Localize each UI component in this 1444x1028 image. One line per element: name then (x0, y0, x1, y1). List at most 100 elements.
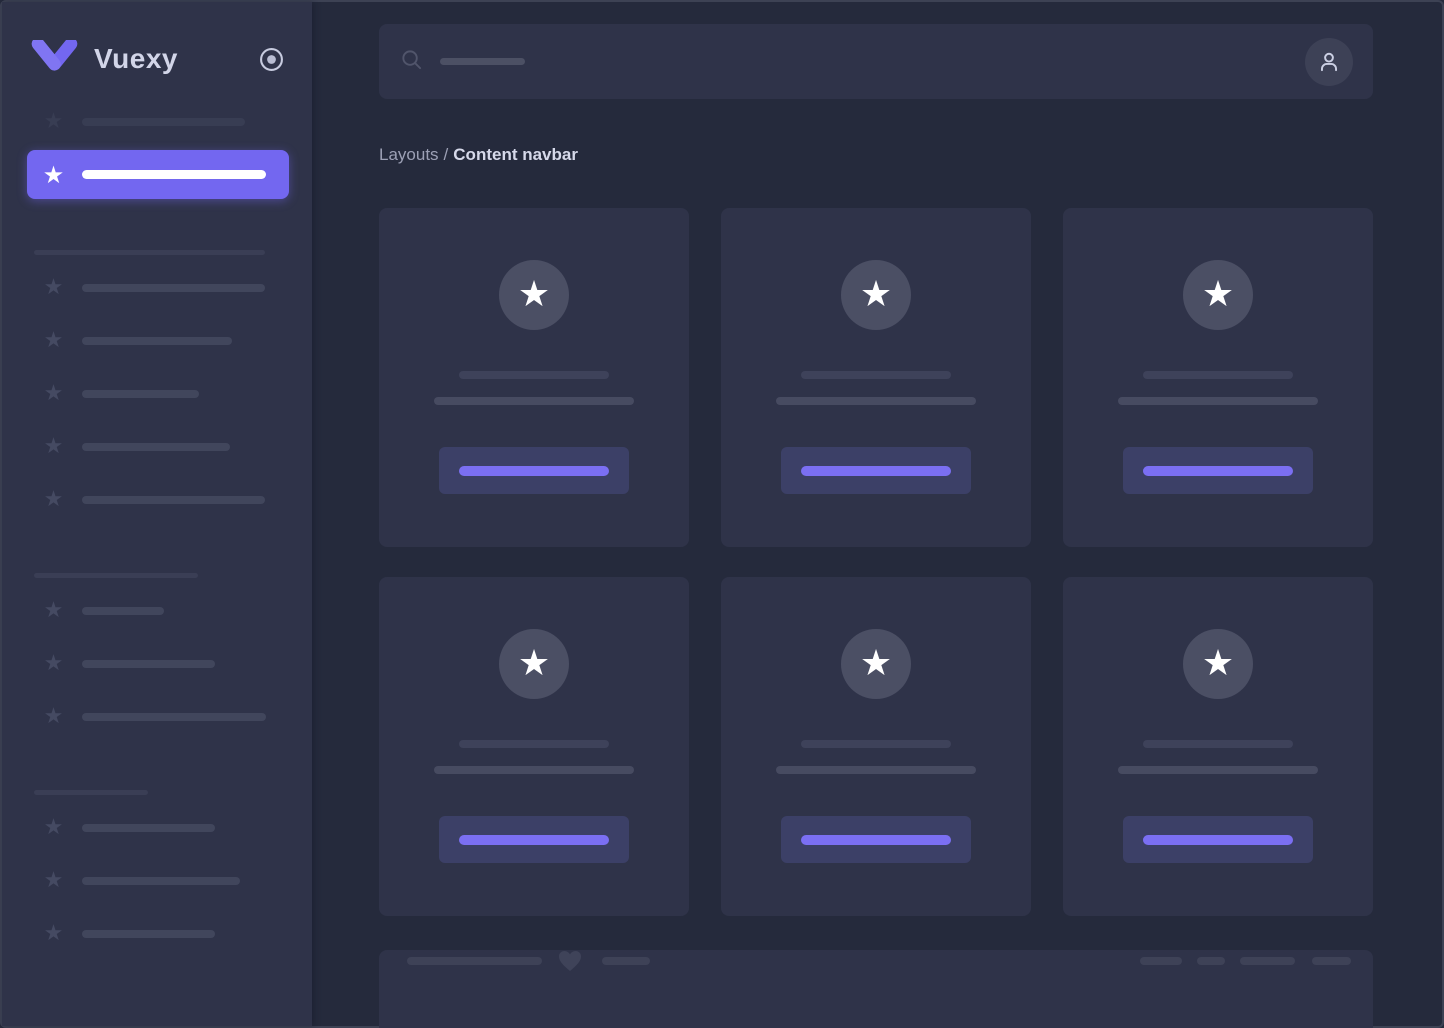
button-label-bar (1143, 835, 1293, 845)
app-title: Vuexy (94, 43, 178, 75)
sidebar-pin-toggle-icon[interactable] (259, 47, 284, 72)
skeleton-bar (82, 930, 215, 938)
skeleton-title-bar (459, 371, 609, 379)
skeleton-bar (82, 824, 215, 832)
demo-card: ★ (1063, 208, 1373, 547)
sidebar-item-active[interactable]: ★ (27, 150, 289, 199)
demo-card: ★ (721, 577, 1031, 916)
footer-text-bar (407, 957, 542, 965)
footer-link-bar (1140, 957, 1182, 965)
card-button[interactable] (1123, 816, 1313, 863)
star-icon: ★ (41, 330, 66, 352)
card-button[interactable] (781, 447, 971, 494)
button-label-bar (801, 466, 951, 476)
demo-card: ★ (721, 208, 1031, 547)
star-icon: ★ (41, 817, 66, 839)
sidebar-header: Vuexy (2, 2, 312, 75)
person-icon (1316, 49, 1342, 75)
sidebar: Vuexy ★ ★ ★ ★ ★ ★ ★ ★ (2, 2, 312, 1026)
sidebar-item-skeleton[interactable]: ★ (2, 261, 312, 314)
star-icon: ★ (1202, 277, 1234, 313)
card-button[interactable] (439, 816, 629, 863)
breadcrumb: Layouts /Content navbar (379, 145, 1373, 165)
button-label-bar (459, 466, 609, 476)
star-icon: ★ (518, 277, 550, 313)
footer-link-bar (1197, 957, 1225, 965)
button-label-bar (801, 835, 951, 845)
skeleton-subtitle-bar (776, 766, 976, 774)
card-button[interactable] (1123, 447, 1313, 494)
skeleton-bar (82, 496, 265, 504)
card-button[interactable] (439, 447, 629, 494)
sidebar-item-skeleton[interactable]: ★ (2, 96, 312, 148)
search-icon[interactable] (400, 48, 423, 76)
card-star-avatar: ★ (841, 629, 911, 699)
skeleton-bar (82, 337, 232, 345)
card-star-avatar: ★ (499, 260, 569, 330)
button-label-bar (459, 835, 609, 845)
star-icon: ★ (41, 383, 66, 405)
sidebar-item-skeleton[interactable]: ★ (2, 690, 312, 743)
skeleton-bar (82, 443, 230, 451)
skeleton-bar (82, 660, 215, 668)
breadcrumb-separator: / (444, 145, 449, 164)
star-icon: ★ (518, 646, 550, 682)
star-icon: ★ (41, 923, 66, 945)
skeleton-bar (82, 607, 164, 615)
skeleton-bar (82, 390, 199, 398)
sidebar-item-skeleton[interactable]: ★ (2, 420, 312, 473)
star-icon: ★ (41, 653, 66, 675)
star-icon: ★ (860, 646, 892, 682)
skeleton-bar (82, 118, 245, 126)
card-star-avatar: ★ (499, 629, 569, 699)
star-icon: ★ (41, 111, 66, 133)
skeleton-bar (82, 284, 265, 292)
section-divider (34, 790, 148, 795)
star-icon: ★ (41, 600, 66, 622)
sidebar-item-skeleton[interactable]: ★ (2, 854, 312, 907)
sidebar-item-skeleton[interactable]: ★ (2, 314, 312, 367)
skeleton-bar (82, 713, 266, 721)
card-star-avatar: ★ (841, 260, 911, 330)
star-icon: ★ (41, 489, 66, 511)
top-navbar (379, 24, 1373, 99)
star-icon: ★ (1202, 646, 1234, 682)
star-icon: ★ (41, 870, 66, 892)
skeleton-bar (82, 877, 240, 885)
skeleton-title-bar (1143, 371, 1293, 379)
card-star-avatar: ★ (1183, 260, 1253, 330)
card-button[interactable] (781, 816, 971, 863)
sidebar-item-skeleton[interactable]: ★ (2, 367, 312, 420)
sidebar-item-skeleton[interactable]: ★ (2, 637, 312, 690)
star-icon: ★ (41, 163, 66, 187)
demo-card: ★ (379, 577, 689, 916)
star-icon: ★ (41, 706, 66, 728)
vuexy-logo-icon[interactable] (31, 40, 78, 78)
skeleton-title-bar (459, 740, 609, 748)
sidebar-item-skeleton[interactable]: ★ (2, 584, 312, 637)
star-icon: ★ (860, 277, 892, 313)
search-input-placeholder[interactable] (440, 58, 525, 65)
skeleton-subtitle-bar (776, 397, 976, 405)
star-icon: ★ (41, 277, 66, 299)
section-divider (34, 250, 265, 255)
skeleton-title-bar (801, 740, 951, 748)
demo-card: ★ (1063, 577, 1373, 916)
skeleton-subtitle-bar (1118, 766, 1318, 774)
footer-row (407, 950, 1351, 972)
heart-icon (558, 950, 582, 972)
skeleton-title-bar (801, 371, 951, 379)
sidebar-item-skeleton[interactable]: ★ (2, 473, 312, 526)
skeleton-subtitle-bar (434, 397, 634, 405)
skeleton-bar (82, 170, 266, 179)
skeleton-title-bar (1143, 740, 1293, 748)
star-icon: ★ (41, 436, 66, 458)
breadcrumb-current: Content navbar (453, 145, 578, 164)
footer-card (379, 950, 1373, 1028)
card-star-avatar: ★ (1183, 629, 1253, 699)
sidebar-item-skeleton[interactable]: ★ (2, 907, 312, 960)
button-label-bar (1143, 466, 1293, 476)
breadcrumb-parent[interactable]: Layouts (379, 145, 439, 164)
sidebar-item-skeleton[interactable]: ★ (2, 801, 312, 854)
user-avatar[interactable] (1305, 38, 1353, 86)
